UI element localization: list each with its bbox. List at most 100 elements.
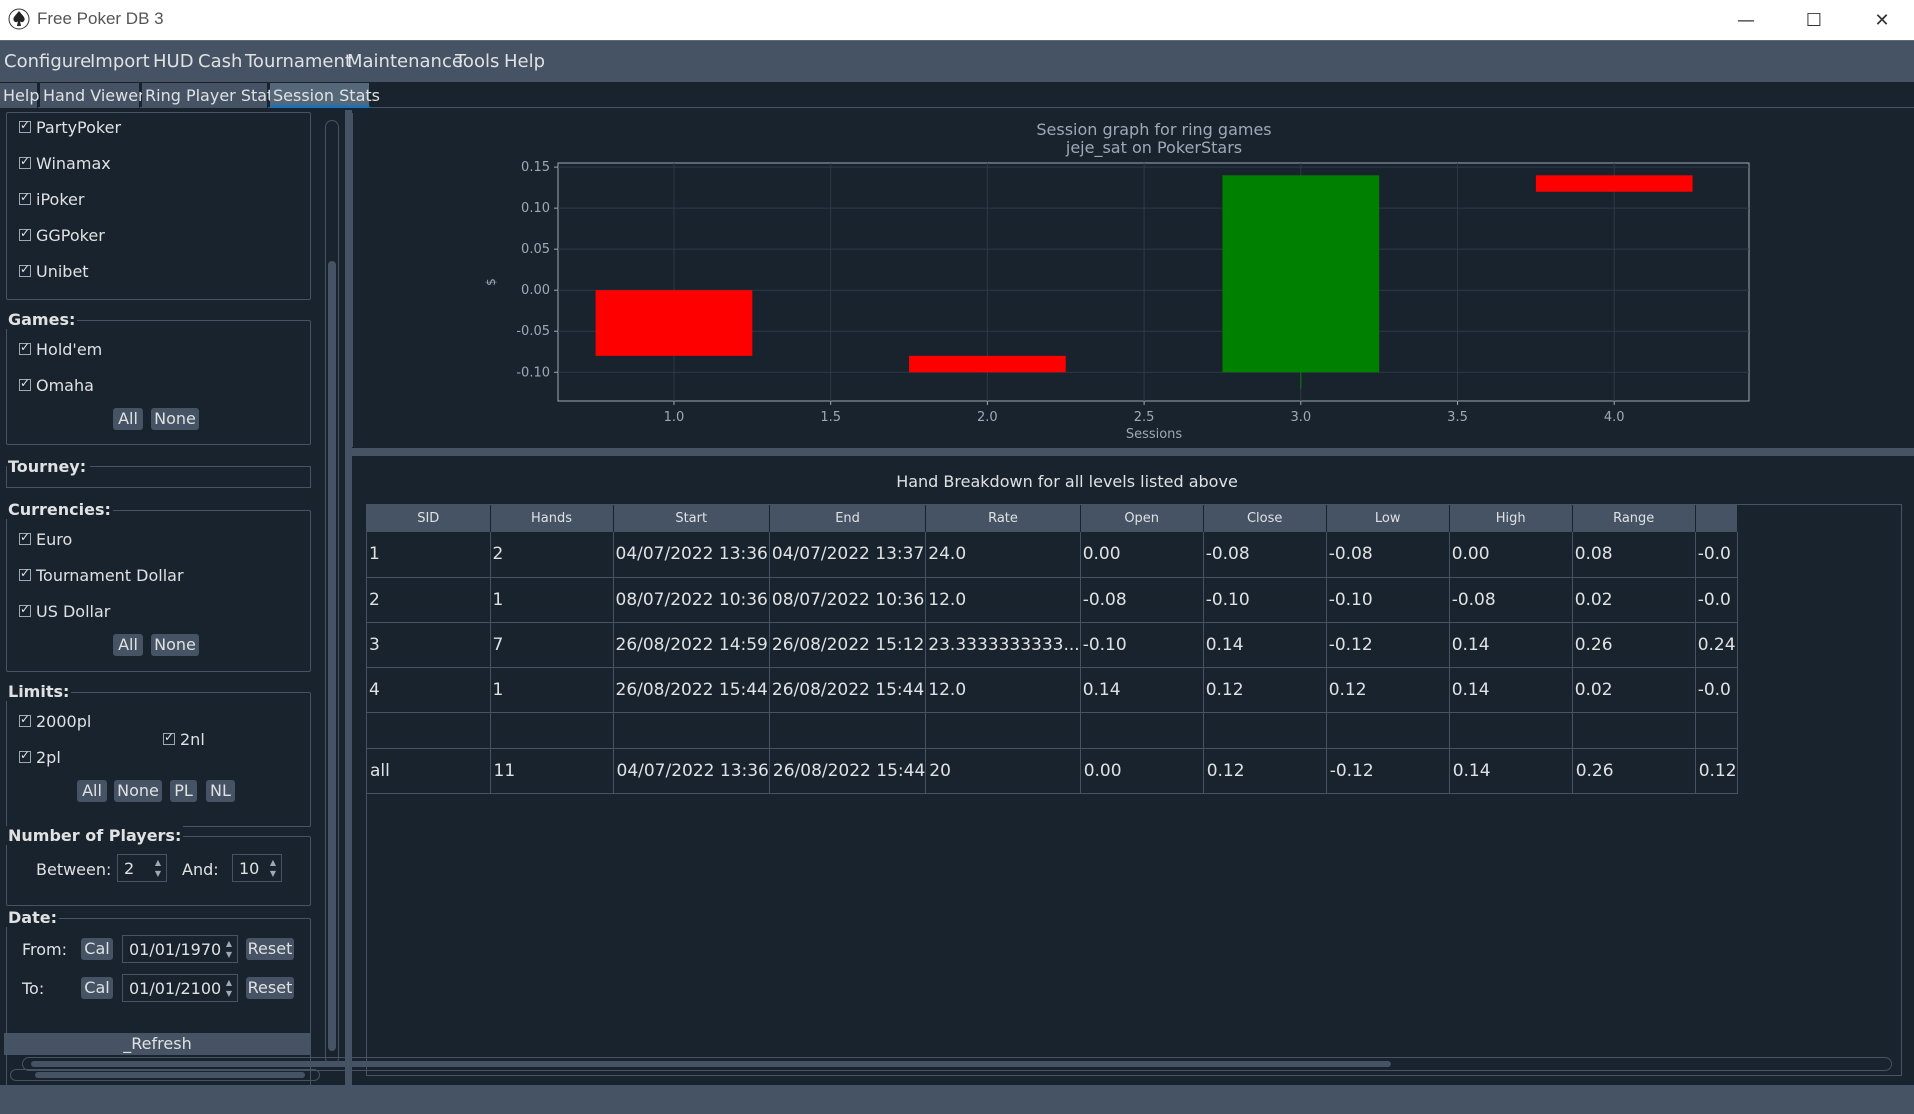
limit-checkbox-2000pl[interactable]: 2000pl	[19, 712, 91, 731]
table-cell[interactable]: 26/08/2022 15:44	[769, 667, 927, 713]
table-cell[interactable]: 0.14	[1203, 622, 1327, 668]
table-cell[interactable]: 23.3333333333...	[925, 622, 1081, 668]
close-button[interactable]: ✕	[1848, 0, 1914, 40]
scrollbar-thumb[interactable]	[328, 261, 336, 1051]
table-cell[interactable]: -0.12	[1326, 622, 1450, 668]
maximize-button[interactable]: ☐	[1780, 0, 1848, 40]
currencies-none-button[interactable]: None	[151, 634, 199, 656]
table-cell[interactable]: 12.0	[925, 577, 1081, 623]
table-cell[interactable]: 2	[490, 532, 614, 578]
site-checkbox-unibet[interactable]: Unibet	[19, 262, 89, 281]
table-cell[interactable]: 3	[367, 622, 491, 668]
players-min-spinbox[interactable]: 2 ▲ ▼	[117, 854, 167, 882]
table-cell[interactable]: all	[367, 748, 491, 794]
table-row[interactable]: 3 7 26/08/2022 14:59 26/08/2022 15:12 23.333…	[367, 622, 1738, 668]
table-cell[interactable]: -0.0	[1695, 667, 1738, 713]
table-horizontal-scrollbar[interactable]	[22, 1057, 1892, 1071]
table-cell[interactable]: 0.14	[1080, 667, 1204, 713]
table-cell[interactable]: 0.12	[1326, 667, 1450, 713]
from-date-field[interactable]: 01/01/1970 ▲ ▼	[122, 935, 238, 963]
table-cell[interactable]	[925, 712, 1081, 749]
table-cell[interactable]: 26/08/2022 15:44	[769, 748, 927, 794]
column-header[interactable]: Open	[1080, 505, 1204, 532]
table-cell[interactable]: 2	[367, 577, 491, 623]
table-cell[interactable]: 0.12	[1203, 667, 1327, 713]
spin-arrows-icon[interactable]: ▲ ▼	[152, 857, 164, 879]
table-cell[interactable]: -0.08	[1326, 532, 1450, 578]
table-cell[interactable]: -0.12	[1326, 748, 1450, 794]
table-cell[interactable]	[1326, 712, 1450, 749]
table-cell[interactable]: -0.10	[1080, 622, 1204, 668]
site-checkbox-winamax[interactable]: Winamax	[19, 154, 111, 173]
minimize-button[interactable]: —	[1712, 0, 1780, 40]
table-cell[interactable]: -0.08	[1449, 577, 1573, 623]
refresh-button[interactable]: _Refresh	[4, 1033, 311, 1055]
to-reset-button[interactable]: Reset	[246, 977, 294, 999]
table-cell[interactable]: 0.12	[1203, 748, 1327, 794]
table-cell[interactable]: 4	[367, 667, 491, 713]
table-cell[interactable]: 1	[367, 532, 491, 578]
spin-arrows-icon[interactable]: ▲ ▼	[267, 857, 279, 879]
horizontal-splitter-handle[interactable]	[352, 448, 1914, 456]
site-checkbox-partypoker[interactable]: PartyPoker	[19, 118, 121, 137]
table-cell[interactable]: -0.10	[1326, 577, 1450, 623]
table-row[interactable]	[367, 712, 1738, 749]
table-cell[interactable]: -0.08	[1203, 532, 1327, 578]
table-cell[interactable]	[1203, 712, 1327, 749]
table-cell[interactable]: 0.00	[1449, 532, 1573, 578]
menu-hud[interactable]: HUD	[153, 51, 194, 72]
scrollbar-thumb[interactable]	[31, 1061, 1391, 1067]
column-header[interactable]: Rate	[925, 505, 1081, 532]
table-cell[interactable]	[1449, 712, 1573, 749]
filter-vertical-scrollbar[interactable]	[325, 120, 339, 1065]
table-cell[interactable]: 20	[925, 748, 1081, 794]
site-checkbox-ggpoker[interactable]: GGPoker	[19, 226, 105, 245]
table-cell[interactable]: 04/07/2022 13:37	[769, 532, 927, 578]
table-cell[interactable]	[1572, 712, 1696, 749]
column-header[interactable]: Range	[1572, 505, 1696, 532]
limits-none-button[interactable]: None	[114, 780, 162, 802]
tab-session-stats[interactable]: Session Stats	[270, 83, 380, 108]
menu-import[interactable]: Import	[90, 51, 150, 72]
table-cell[interactable]: 12.0	[925, 667, 1081, 713]
table-cell[interactable]: 04/07/2022 13:36	[613, 532, 770, 578]
table-cell[interactable]	[1695, 712, 1738, 749]
table-cell[interactable]: -0.10	[1203, 577, 1327, 623]
table-cell[interactable]: 08/07/2022 10:36	[613, 577, 770, 623]
column-header[interactable]: Low	[1326, 505, 1450, 532]
table-cell[interactable]: -0.0	[1695, 532, 1738, 578]
limit-checkbox-2nl[interactable]: 2nl	[163, 730, 205, 749]
limits-all-button[interactable]: All	[77, 780, 107, 802]
limits-pl-button[interactable]: PL	[170, 780, 197, 802]
table-cell[interactable]: 1	[490, 577, 614, 623]
column-header[interactable]	[1695, 505, 1738, 532]
table-cell[interactable]: -0.0	[1695, 577, 1738, 623]
column-header[interactable]: Hands	[490, 505, 614, 532]
to-date-field[interactable]: 01/01/2100 ▲ ▼	[122, 974, 238, 1002]
table-cell[interactable]: 1	[490, 667, 614, 713]
table-cell[interactable]: 0.14	[1449, 667, 1573, 713]
table-cell[interactable]: 26/08/2022 14:59	[613, 622, 770, 668]
table-cell[interactable]: 26/08/2022 15:44	[613, 667, 770, 713]
table-cell[interactable]	[1080, 712, 1204, 749]
table-cell[interactable]: 0.00	[1080, 748, 1204, 794]
to-cal-button[interactable]: Cal	[81, 977, 113, 999]
tab-hand-viewer[interactable]: Hand Viewer	[40, 83, 145, 108]
spin-arrows-icon[interactable]: ▲ ▼	[223, 977, 235, 999]
game-checkbox-holdem[interactable]: Hold'em	[19, 340, 102, 359]
table-cell[interactable]: 0.14	[1449, 622, 1573, 668]
from-reset-button[interactable]: Reset	[246, 938, 294, 960]
games-none-button[interactable]: None	[151, 408, 199, 430]
column-header[interactable]: Start	[613, 505, 770, 532]
table-cell[interactable]: 0.14	[1449, 748, 1573, 794]
table-row[interactable]: 2 1 08/07/2022 10:36 08/07/2022 10:36 12.0 -0…	[367, 577, 1738, 623]
table-cell[interactable]: 0.24	[1695, 622, 1738, 668]
from-cal-button[interactable]: Cal	[81, 938, 113, 960]
table-row[interactable]: 1 2 04/07/2022 13:36 04/07/2022 13:37 24.0 0.…	[367, 532, 1738, 578]
table-cell[interactable]: 0.12	[1695, 748, 1738, 794]
vertical-splitter-handle[interactable]	[345, 110, 352, 1085]
hand-breakdown-table[interactable]: SID Hands Start End Rate Open Close Low High Rang…	[366, 504, 1902, 1076]
table-cell[interactable]: 0.26	[1572, 622, 1696, 668]
table-cell[interactable]: 04/07/2022 13:36	[613, 748, 770, 794]
table-cell[interactable]: 26/08/2022 15:12	[769, 622, 927, 668]
